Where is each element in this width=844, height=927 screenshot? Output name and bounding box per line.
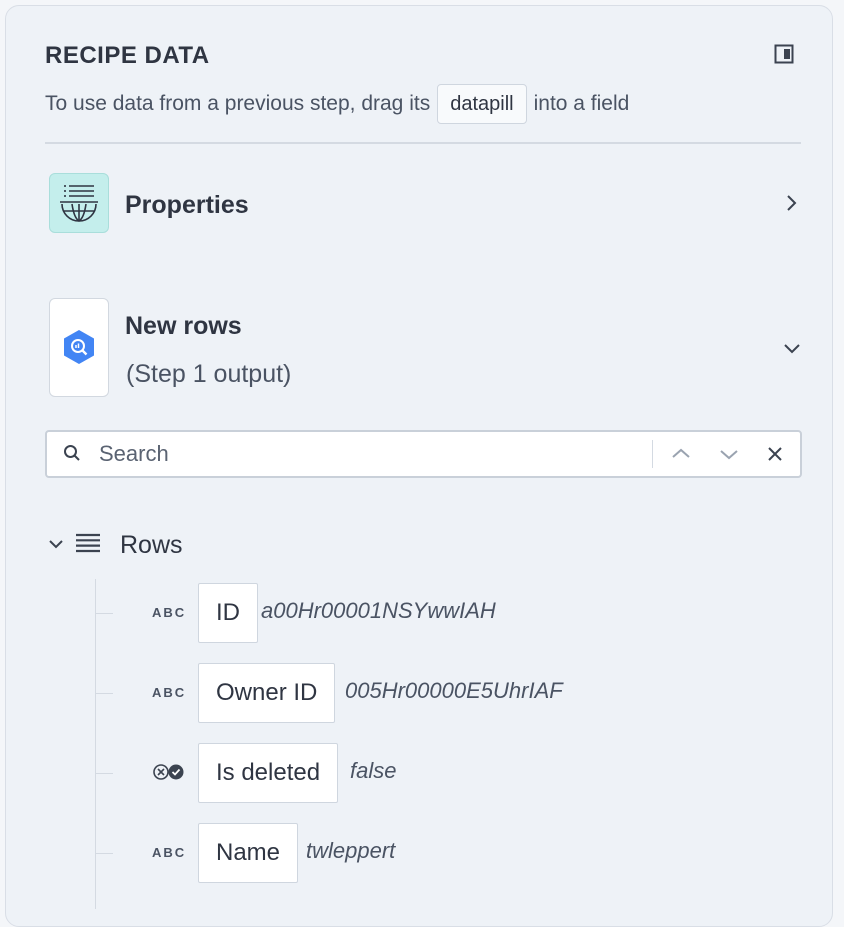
boolean-type-icon	[153, 764, 184, 780]
datapill-id[interactable]: ID	[198, 583, 258, 643]
datapill-hint: To use data from a previous step, drag i…	[45, 83, 629, 125]
tree-branch	[95, 773, 113, 774]
list-icon	[76, 533, 100, 553]
recipe-data-panel: RECIPE DATA To use data from a previous …	[5, 5, 833, 927]
step-output-row[interactable]: New rows (Step 1 output)	[49, 298, 801, 398]
tree-branch	[95, 613, 113, 614]
hint-suffix: into a field	[533, 92, 630, 115]
chevron-down-icon	[784, 344, 800, 354]
datapill-is-deleted[interactable]: Is deleted	[198, 743, 339, 803]
datapill-owner-id[interactable]: Owner ID	[198, 663, 336, 723]
panel-title: RECIPE DATA	[45, 42, 210, 69]
step-subtitle: (Step 1 output)	[126, 360, 292, 388]
tree-field-item: Is deleted false	[95, 743, 795, 803]
tree-branch	[95, 693, 113, 694]
field-sample-value: a00Hr00001NSYwwIAH	[261, 598, 496, 623]
clear-search-close-icon[interactable]	[760, 440, 790, 468]
properties-row[interactable]: Properties	[49, 173, 801, 237]
properties-label: Properties	[125, 191, 249, 219]
collapse-chevron-down-icon[interactable]	[48, 538, 64, 552]
search-input[interactable]	[97, 438, 641, 470]
string-type-badge: ABC	[152, 845, 187, 860]
collapse-panel-icon[interactable]	[774, 44, 794, 64]
field-sample-value: twleppert	[306, 838, 396, 863]
tree-field-item: ABC Owner ID 005Hr00000E5UhrIAF	[95, 663, 795, 723]
hint-prefix: To use data from a previous step, drag i…	[45, 92, 431, 115]
search-separator	[652, 440, 653, 468]
field-sample-value: false	[350, 758, 397, 783]
datapill-example: datapill	[437, 84, 527, 124]
rows-tree-header[interactable]: Rows	[48, 528, 348, 564]
search-icon	[64, 445, 80, 461]
string-type-badge: ABC	[152, 605, 187, 620]
datapill-search	[45, 430, 802, 478]
next-match-chevron-down-icon[interactable]	[714, 440, 744, 468]
tree-field-item: ABC ID a00Hr00001NSYwwIAH	[95, 583, 795, 643]
chevron-right-icon	[787, 195, 797, 211]
tree-branch	[95, 853, 113, 854]
previous-match-chevron-up-icon[interactable]	[666, 440, 696, 468]
header-divider	[45, 142, 801, 144]
tree-field-item: ABC Name twleppert	[95, 823, 795, 883]
datapill-name[interactable]: Name	[198, 823, 299, 883]
step-title: New rows	[125, 312, 242, 340]
field-sample-value: 005Hr00000E5UhrIAF	[345, 678, 563, 703]
properties-globe-list-icon	[49, 173, 109, 233]
rows-label: Rows	[120, 531, 183, 559]
string-type-badge: ABC	[152, 685, 187, 700]
bigquery-app-icon	[49, 298, 109, 397]
